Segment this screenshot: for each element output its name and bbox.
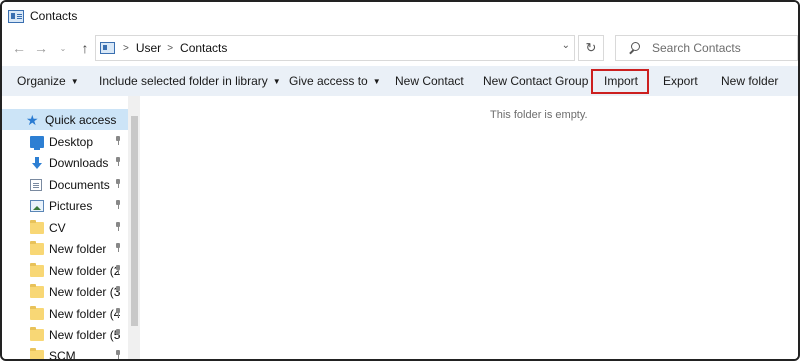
sidebar-item-label: Desktop	[49, 134, 94, 149]
sidebar-item-desktop[interactable]: Desktop	[2, 131, 128, 152]
pin-icon[interactable]	[114, 350, 122, 359]
breadcrumb-user[interactable]: User	[136, 41, 161, 55]
search-box[interactable]	[615, 35, 798, 61]
sidebar-item-label: New folder (4	[49, 306, 121, 321]
folder-icon	[30, 305, 44, 320]
export-button[interactable]: Export	[663, 74, 698, 88]
pin-icon[interactable]	[114, 265, 122, 275]
sidebar-item-label: Pictures	[49, 198, 93, 213]
search-input[interactable]	[652, 41, 792, 55]
sidebar-item-label: Documents	[49, 177, 110, 192]
caret-down-icon: ▼	[272, 77, 281, 86]
address-bar[interactable]: > User > Contacts ⌄	[95, 35, 575, 61]
pin-icon[interactable]	[114, 286, 122, 296]
include-in-library-label: Include selected folder in library	[99, 74, 268, 88]
back-button[interactable]: ←	[8, 37, 30, 59]
include-in-library-button[interactable]: Include selected folder in library ▼	[99, 74, 281, 88]
folder-icon	[30, 219, 44, 234]
up-button[interactable]: ↑	[74, 37, 96, 59]
pin-icon[interactable]	[114, 308, 122, 318]
caret-down-icon: ▼	[372, 77, 381, 86]
sidebar-item-quick-access[interactable]: ★ Quick access	[2, 109, 128, 130]
folder-icon	[30, 240, 44, 255]
pictures-icon	[30, 199, 44, 212]
folder-icon	[30, 283, 44, 298]
sidebar-item-scm[interactable]: SCM	[2, 345, 128, 361]
downloads-icon	[30, 156, 44, 169]
caret-down-icon: ▼	[70, 77, 79, 86]
contacts-icon	[8, 9, 24, 23]
search-icon	[628, 42, 640, 54]
chevron-right-icon[interactable]: >	[167, 43, 173, 54]
pin-icon[interactable]	[114, 329, 122, 339]
pin-icon[interactable]	[114, 179, 122, 189]
folder-icon	[30, 326, 44, 341]
window-title: Contacts	[30, 9, 78, 23]
documents-icon	[30, 178, 42, 191]
sidebar-item-new-folder[interactable]: New folder	[2, 238, 128, 259]
sidebar-item-documents[interactable]: Documents	[2, 174, 128, 195]
empty-folder-message: This folder is empty.	[490, 109, 588, 121]
sidebar-item-label: CV	[49, 220, 66, 235]
sidebar-item-label: New folder (5	[49, 327, 121, 342]
new-contact-group-button[interactable]: New Contact Group	[483, 74, 588, 88]
folder-icon	[30, 347, 44, 359]
sidebar-item-new-folder-2[interactable]: New folder (2	[2, 260, 128, 281]
sidebar-item-new-folder-4[interactable]: New folder (4	[2, 303, 128, 324]
sidebar-item-new-folder-3[interactable]: New folder (3	[2, 281, 128, 302]
sidebar-item-cv[interactable]: CV	[2, 217, 128, 238]
refresh-icon: ↻	[585, 40, 597, 55]
explorer-window: Contacts ← → ⌄ ↑ > User > Contacts ⌄ ↻ O…	[0, 0, 800, 361]
chevron-down-icon[interactable]: ⌄	[562, 40, 570, 51]
organize-button[interactable]: Organize ▼	[17, 74, 79, 88]
contacts-icon	[100, 42, 115, 54]
sidebar-item-label: Quick access	[45, 112, 117, 127]
sidebar-item-label: SCM	[49, 348, 76, 361]
breadcrumb-contacts[interactable]: Contacts	[180, 41, 227, 55]
navigation-pane: ★ Quick access Desktop Downloads Documen…	[2, 96, 128, 361]
address-row: ← → ⌄ ↑ > User > Contacts ⌄ ↻	[2, 32, 798, 64]
sidebar-item-pictures[interactable]: Pictures	[2, 195, 128, 216]
chevron-right-icon[interactable]: >	[123, 43, 129, 54]
sidebar-item-new-folder-5[interactable]: New folder (5	[2, 324, 128, 345]
refresh-button[interactable]: ↻	[578, 35, 604, 61]
give-access-button[interactable]: Give access to ▼	[289, 74, 381, 88]
forward-button[interactable]: →	[30, 37, 52, 59]
folder-icon	[30, 262, 44, 277]
give-access-label: Give access to	[289, 74, 368, 88]
command-bar: Organize ▼ Include selected folder in lib…	[2, 66, 798, 96]
sidebar-item-downloads[interactable]: Downloads	[2, 152, 128, 173]
pin-icon[interactable]	[114, 222, 122, 232]
scrollbar-thumb[interactable]	[131, 116, 138, 326]
title-bar: Contacts	[2, 2, 798, 30]
sidebar-item-label: New folder	[49, 241, 107, 256]
pin-icon[interactable]	[114, 200, 122, 210]
pin-icon[interactable]	[114, 157, 122, 167]
new-contact-button[interactable]: New Contact	[395, 74, 464, 88]
new-folder-button[interactable]: New folder	[721, 74, 778, 88]
sidebar-item-label: New folder (2	[49, 263, 121, 278]
pin-icon[interactable]	[114, 243, 122, 253]
file-list[interactable]: This folder is empty.	[140, 96, 798, 359]
star-icon: ★	[26, 111, 39, 128]
sidebar-item-label: New folder (3	[49, 284, 121, 299]
pin-icon[interactable]	[114, 136, 122, 146]
sidebar-item-label: Downloads	[49, 155, 109, 170]
desktop-icon	[30, 135, 44, 150]
organize-label: Organize	[17, 74, 66, 88]
import-highlight-box	[591, 69, 649, 94]
recent-locations-button[interactable]: ⌄	[52, 37, 74, 59]
